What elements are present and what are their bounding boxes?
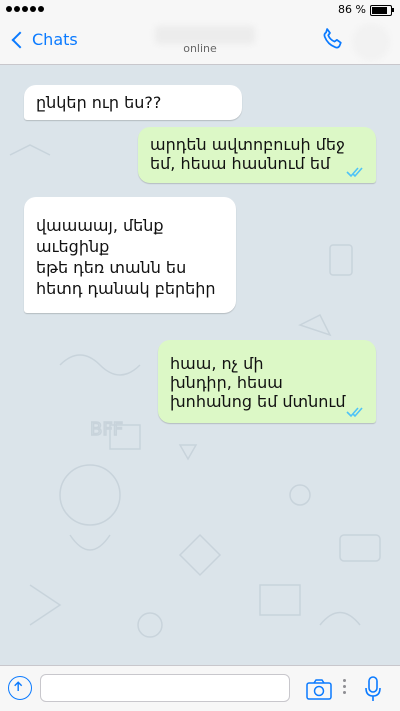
battery-icon <box>370 5 394 16</box>
read-receipt-icon <box>346 407 363 418</box>
upload-icon[interactable] <box>8 676 32 700</box>
battery-percentage: 86 % <box>338 3 366 16</box>
more-icon[interactable] <box>343 679 347 699</box>
message-text: ընկեր ուր ես?? <box>36 93 162 112</box>
chat-area[interactable]: BFF ընկեր ուր ես?? արդեն ավտոբուսի մեջ ե… <box>0 65 400 665</box>
message-incoming[interactable]: ընկեր ուր ես?? <box>24 85 242 120</box>
message-input[interactable] <box>40 674 290 702</box>
avatar[interactable] <box>352 23 390 61</box>
phone-icon[interactable] <box>320 26 346 52</box>
message-outgoing[interactable]: արդեն ավտոբուսի մեջ եմ, հեսա հասնում եմ <box>138 127 376 183</box>
microphone-icon[interactable] <box>363 675 383 703</box>
camera-icon[interactable] <box>306 678 332 700</box>
read-receipt-icon <box>346 167 363 178</box>
chat-header: Chats online <box>0 20 400 65</box>
message-text: արդեն ավտոբուսի մեջ եմ, հեսա հասնում եմ <box>150 135 345 173</box>
message-text: հաա, ոչ մի խնդիր, հեսա խոհանոց եմ մտնում <box>170 354 346 411</box>
signal-strength-icon <box>6 6 44 12</box>
status-bar: 86 % <box>0 0 400 20</box>
message-incoming[interactable]: վաաաայ, մենք աւեցինք եթե դեռ տանն ես հետ… <box>24 197 236 313</box>
svg-text:BFF: BFF <box>90 419 123 440</box>
message-input-bar <box>0 665 400 711</box>
message-outgoing[interactable]: հաա, ոչ մի խնդիր, հեսա խոհանոց եմ մտնում <box>158 340 376 423</box>
message-text: վաաաայ, մենք աւեցինք եթե դեռ տանն ես հետ… <box>36 216 216 298</box>
